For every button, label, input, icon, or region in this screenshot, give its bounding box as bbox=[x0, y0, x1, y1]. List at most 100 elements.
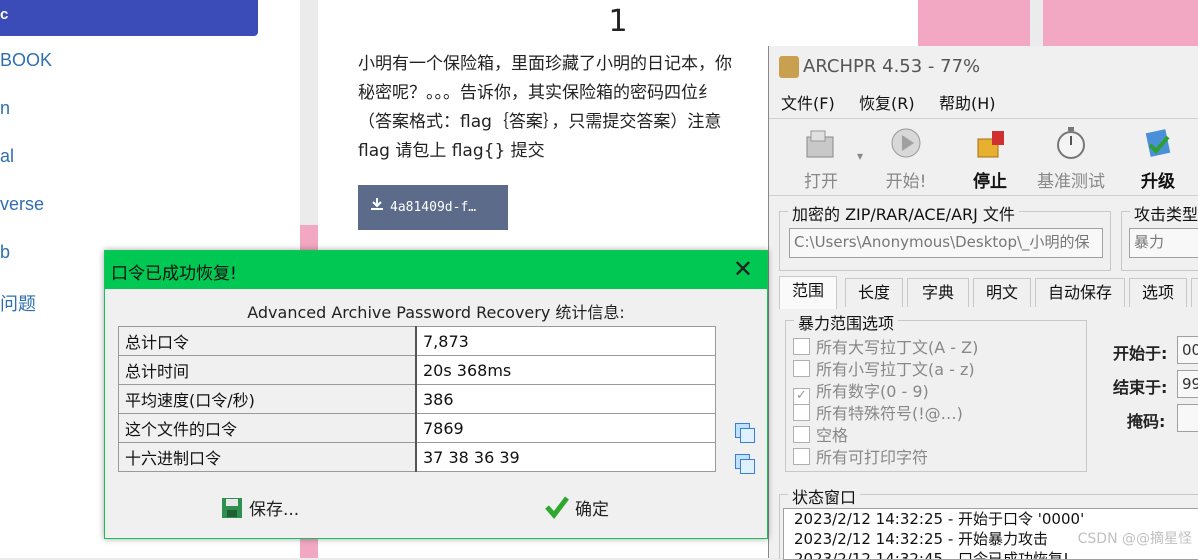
copy-hex-icon[interactable] bbox=[735, 454, 755, 474]
table-row: 平均速度(口令/秒) 386 bbox=[118, 384, 716, 414]
start-at-field[interactable]: 00 bbox=[1177, 336, 1198, 364]
checkbox-lowercase-box[interactable] bbox=[793, 360, 810, 377]
toolbar: 打开 ▾ 开始! 停止 基准测试 升级 bbox=[769, 118, 1198, 196]
checkbox-digits[interactable]: ✓ 所有数字(0 - 9) bbox=[793, 378, 929, 405]
stats-table: 总计口令 7,873 总计时间 20s 368ms 平均速度(口令/秒) 386 这个… bbox=[118, 326, 716, 472]
start-button[interactable]: 开始! bbox=[881, 125, 931, 192]
checkbox-special-label: 所有特殊符号(!@…) bbox=[816, 404, 963, 423]
sidebar-item-label: c bbox=[0, 6, 9, 23]
status-window-caption: 状态窗口 bbox=[788, 484, 861, 508]
sidebar-item-questions[interactable]: 问题 bbox=[0, 290, 36, 316]
save-button[interactable]: 保存... bbox=[221, 495, 299, 524]
dialog-title: 口令已成功恢复! bbox=[111, 264, 237, 284]
benchmark-label: 基准测试 bbox=[1037, 172, 1105, 192]
ok-label: 确定 bbox=[575, 500, 609, 520]
copy-password-icon[interactable] bbox=[735, 423, 755, 443]
card-background bbox=[1043, 0, 1198, 50]
archpr-titlebar[interactable]: ARCHPR 4.53 - 77% bbox=[769, 46, 1198, 88]
stop-icon bbox=[972, 125, 1008, 161]
tab-length[interactable]: 长度 bbox=[845, 278, 903, 307]
checkbox-uppercase-label: 所有大写拉丁文(A - Z) bbox=[816, 338, 979, 357]
checkbox-special[interactable]: 所有特殊符号(!@…) bbox=[793, 400, 963, 423]
checkbox-lowercase[interactable]: 所有小写拉丁文(a - z) bbox=[793, 356, 975, 379]
download-label: 4a81409d-f… bbox=[390, 200, 477, 215]
challenge-number: 1 bbox=[608, 4, 628, 39]
end-at-field[interactable]: 99 bbox=[1177, 370, 1198, 398]
save-label: 保存... bbox=[249, 500, 300, 520]
mask-label: 掩码: bbox=[1127, 412, 1166, 431]
checkbox-printable-label: 所有可打印字符 bbox=[816, 448, 929, 467]
checkbox-uppercase[interactable]: 所有大写拉丁文(A - Z) bbox=[793, 334, 979, 357]
open-label: 打开 bbox=[804, 172, 838, 192]
tab-range[interactable]: 范围 bbox=[779, 276, 837, 309]
open-icon bbox=[803, 125, 839, 161]
upgrade-button[interactable]: 升级 bbox=[1135, 125, 1181, 192]
menu-help[interactable]: 帮助(H) bbox=[939, 90, 996, 114]
benchmark-icon bbox=[1053, 125, 1089, 161]
download-icon bbox=[370, 185, 384, 230]
stat-value: 37 38 36 39 bbox=[415, 442, 716, 472]
open-button[interactable]: 打开 bbox=[797, 125, 845, 192]
download-button[interactable]: 4a81409d-f… bbox=[358, 185, 508, 230]
attack-type-select[interactable]: 暴力 bbox=[1129, 228, 1198, 258]
stat-key: 十六进制口令 bbox=[118, 442, 417, 472]
range-options-caption: 暴力范围选项 bbox=[794, 310, 899, 334]
stat-key: 总计时间 bbox=[118, 355, 417, 385]
tab-advanced[interactable]: 高 bbox=[1191, 278, 1198, 307]
menu-file[interactable]: 文件(F) bbox=[781, 90, 835, 114]
success-dialog: 口令已成功恢复! ✕ Advanced Archive Password Rec… bbox=[104, 250, 768, 539]
upgrade-icon bbox=[1140, 125, 1176, 161]
archpr-title: ARCHPR 4.53 - 77% bbox=[803, 56, 981, 77]
tab-dictionary[interactable]: 字典 bbox=[907, 278, 969, 307]
archpr-window: ARCHPR 4.53 - 77% 文件(F) 恢复(R) 帮助(H) 打开 ▾… bbox=[768, 46, 1198, 560]
save-icon bbox=[221, 497, 243, 524]
checkmark-icon bbox=[545, 495, 569, 524]
dialog-titlebar[interactable]: 口令已成功恢复! ✕ bbox=[105, 251, 767, 289]
close-icon[interactable]: ✕ bbox=[733, 255, 753, 283]
table-row: 总计口令 7,873 bbox=[118, 326, 716, 356]
tab-autosave[interactable]: 自动保存 bbox=[1035, 278, 1125, 307]
encrypted-file-path-field[interactable]: C:\Users\Anonymous\Desktop\_小明的保 bbox=[789, 228, 1103, 258]
menu-recover[interactable]: 恢复(R) bbox=[859, 90, 915, 114]
stop-button[interactable]: 停止 bbox=[965, 125, 1015, 192]
upgrade-label: 升级 bbox=[1141, 172, 1175, 192]
sidebar-item-web[interactable]: b bbox=[0, 242, 10, 263]
sidebar-item-3[interactable]: al bbox=[0, 146, 14, 167]
log-line: 2023/2/12 14:32:25 - 开始于口令 '0000' bbox=[794, 510, 1085, 528]
table-row: 这个文件的口令 7869 bbox=[118, 413, 716, 443]
end-at-label: 结束于: bbox=[1113, 378, 1168, 397]
checkbox-printable[interactable]: 所有可打印字符 bbox=[793, 444, 929, 467]
stat-value: 7869 bbox=[415, 413, 716, 443]
stop-label: 停止 bbox=[973, 172, 1007, 192]
checkbox-space[interactable]: 空格 bbox=[793, 422, 849, 445]
archpr-logo-icon bbox=[779, 56, 799, 78]
open-dropdown-icon[interactable]: ▾ bbox=[855, 149, 865, 163]
sidebar-item-reverse[interactable]: verse bbox=[0, 194, 44, 215]
watermark: CSDN @@摘星怪 bbox=[1077, 531, 1192, 547]
checkbox-printable-box[interactable] bbox=[793, 448, 810, 465]
stat-value: 20s 368ms bbox=[415, 355, 716, 385]
benchmark-button[interactable]: 基准测试 bbox=[1031, 125, 1111, 192]
checkbox-digits-label: 所有数字(0 - 9) bbox=[816, 382, 929, 401]
dialog-info-title: Advanced Archive Password Recovery 统计信息: bbox=[247, 303, 625, 322]
checkbox-space-label: 空格 bbox=[816, 426, 849, 445]
tab-plaintext[interactable]: 明文 bbox=[973, 278, 1031, 307]
ok-button[interactable]: 确定 bbox=[545, 495, 609, 524]
checkbox-uppercase-box[interactable] bbox=[793, 338, 810, 355]
checkbox-special-box[interactable] bbox=[793, 404, 810, 421]
stat-value: 7,873 bbox=[415, 326, 716, 356]
table-row: 总计时间 20s 368ms bbox=[118, 355, 716, 385]
sidebar-item-2[interactable]: n bbox=[0, 98, 10, 119]
checkbox-lowercase-label: 所有小写拉丁文(a - z) bbox=[816, 360, 975, 379]
sidebar-item-book[interactable]: BOOK bbox=[0, 50, 52, 71]
log-line: 2023/2/12 14:32:45 - 口令已成功恢复! bbox=[794, 550, 1070, 560]
encrypted-file-caption: 加密的 ZIP/RAR/ACE/ARJ 文件 bbox=[788, 201, 1019, 225]
attack-type-caption: 攻击类型 bbox=[1130, 201, 1198, 225]
sidebar-item-active[interactable]: c bbox=[0, 0, 258, 36]
tab-options[interactable]: 选项 bbox=[1129, 278, 1187, 307]
start-label: 开始! bbox=[885, 172, 927, 192]
checkbox-space-box[interactable] bbox=[793, 426, 810, 443]
mask-field[interactable] bbox=[1177, 404, 1198, 432]
stat-key: 这个文件的口令 bbox=[118, 413, 417, 443]
stat-key: 平均速度(口令/秒) bbox=[118, 384, 417, 414]
